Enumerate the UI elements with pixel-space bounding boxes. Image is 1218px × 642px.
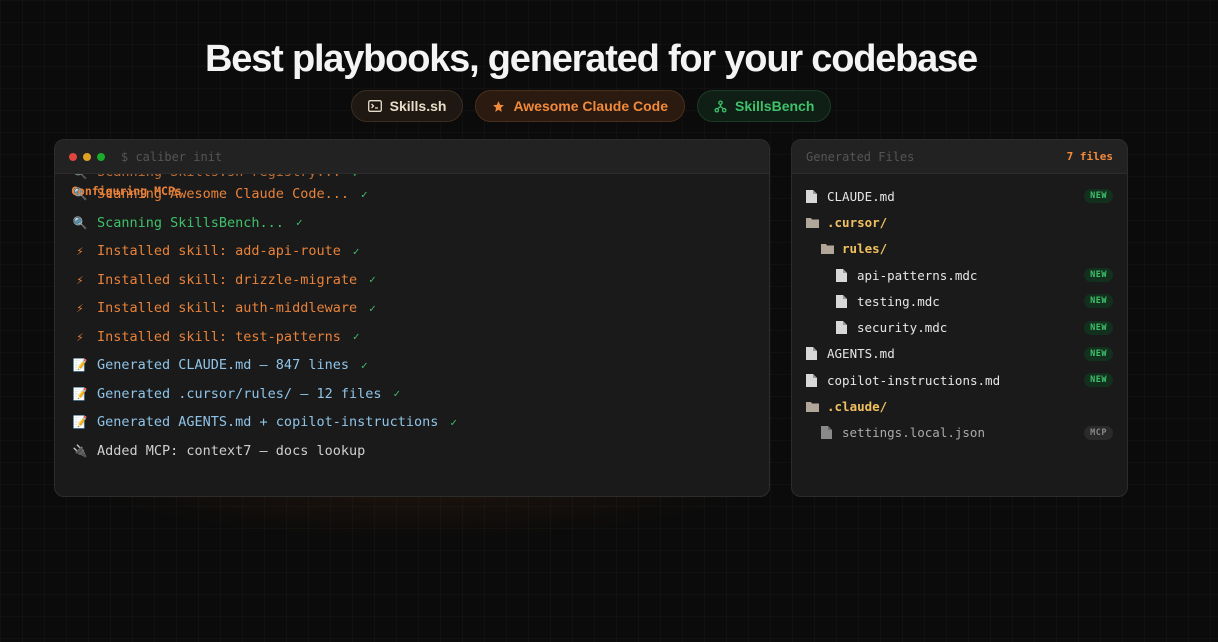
file-name: CLAUDE.md (827, 188, 895, 204)
check-icon: ✓ (369, 301, 376, 315)
new-badge: NEW (1084, 320, 1113, 335)
file-name: settings.local.json (842, 425, 985, 441)
memo-icon: 📝 (72, 358, 88, 373)
file-icon (836, 268, 850, 282)
terminal-line: ⚡ Installed skill: auth-middleware ✓ (71, 294, 769, 323)
lightning-icon: ⚡ (76, 244, 84, 259)
folder-icon (821, 243, 835, 255)
terminal-line-text: Generated CLAUDE.md — 847 lines (97, 357, 349, 374)
file-name: api-patterns.mdc (857, 267, 978, 283)
terminal-line: ⚡ Installed skill: test-patterns ✓ (71, 323, 769, 352)
terminal-line-text: Added MCP: context7 — docs lookup (97, 442, 366, 459)
new-badge: NEW (1084, 373, 1113, 388)
folder-name: rules/ (842, 241, 888, 257)
file-tree: CLAUDE.md NEW .cursor/ rules/ api-patter… (792, 174, 1127, 446)
file-icon (836, 321, 850, 335)
terminal-line-text: Installed skill: test-patterns (97, 328, 341, 345)
check-icon: ✓ (352, 330, 360, 344)
check-icon: ✓ (360, 358, 368, 372)
file-name: AGENTS.md (827, 346, 895, 362)
awesome-claude-code-pill[interactable]: Awesome Claude Code (475, 90, 685, 122)
terminal-line: 📝 Generated AGENTS.md + copilot-instruct… (71, 408, 769, 437)
terminal-line-text: Scanning SkillsBench... (97, 214, 284, 231)
file-testing[interactable]: testing.mdc NEW (792, 288, 1127, 314)
terminal-window: $ caliber init 🔍 Scanning Skills.sh regi… (54, 139, 770, 497)
files-panel-header: Generated Files 7 files (792, 140, 1127, 174)
terminal-line: 🔍 Scanning SkillsBench... ✓ (71, 209, 769, 238)
terminal-line: 📝 Generated CLAUDE.md — 847 lines ✓ (71, 351, 769, 380)
file-icon (806, 373, 820, 387)
new-badge: NEW (1084, 294, 1113, 309)
file-name: security.mdc (857, 320, 948, 336)
folder-icon (806, 217, 820, 228)
terminal-line-text: Installed skill: auth-middleware (97, 300, 358, 317)
skillsbench-pill[interactable]: SkillsBench (697, 90, 832, 122)
terminal-line-text: Generated .cursor/rules/ — 12 files (97, 385, 382, 402)
terminal-line: 📝 Generated .cursor/rules/ — 12 files ✓ (71, 380, 769, 409)
skillsbench-label: SkillsBench (735, 98, 815, 114)
maximize-window-dot[interactable] (97, 152, 105, 161)
terminal-line-text: Installed skill: add-api-route (97, 243, 341, 260)
lightning-icon: ⚡ (76, 329, 84, 344)
check-icon: ✓ (369, 273, 376, 287)
folder-rules[interactable]: rules/ (792, 236, 1127, 262)
file-name: testing.mdc (857, 293, 940, 309)
configuring-mcps-label: Configuring MCPs (71, 184, 182, 198)
fork-icon (714, 99, 727, 113)
files-count: 7 files (1066, 150, 1113, 163)
files-panel-title: Generated Files (806, 149, 915, 164)
check-icon: ✓ (360, 187, 368, 201)
terminal-titlebar: $ caliber init (55, 140, 769, 174)
skills-sh-label: Skills.sh (389, 98, 447, 114)
terminal-line: ⚡ Installed skill: add-api-route ✓ (71, 237, 769, 266)
folder-icon (806, 401, 820, 413)
minimize-window-dot[interactable] (83, 152, 91, 161)
terminal-line: 🔌 Added MCP: context7 — docs lookup (71, 437, 769, 466)
page-headline: Best playbooks, generated for your codeb… (205, 38, 978, 80)
file-icon (836, 294, 850, 308)
star-icon (493, 100, 505, 112)
folder-claude[interactable]: .claude/ (792, 393, 1127, 419)
folder-cursor[interactable]: .cursor/ (792, 209, 1127, 235)
folder-name: .cursor/ (827, 214, 888, 230)
check-icon: ✓ (352, 244, 360, 258)
file-settings-local[interactable]: settings.local.json MCP (792, 420, 1127, 446)
file-name: copilot-instructions.md (827, 372, 1001, 388)
skills-sh-pill[interactable]: Skills.sh (350, 90, 464, 122)
terminal-line-text: Installed skill: drizzle-migrate (97, 271, 358, 288)
file-icon (806, 347, 820, 361)
terminal-icon (367, 100, 382, 112)
lightning-icon: ⚡ (76, 272, 84, 287)
file-icon (806, 189, 820, 203)
file-icon (821, 426, 835, 440)
search-icon: 🔍 (72, 215, 88, 230)
awesome-claude-code-label: Awesome Claude Code (513, 98, 668, 114)
close-window-dot[interactable] (69, 152, 77, 161)
source-pills: Skills.sh Awesome Claude Code SkillsBenc… (0, 90, 1182, 122)
terminal-line: ⚡ Installed skill: drizzle-migrate ✓ (71, 266, 769, 295)
file-claude-md[interactable]: CLAUDE.md NEW (792, 183, 1127, 209)
new-badge: NEW (1084, 189, 1113, 204)
terminal-command: $ caliber init (121, 149, 223, 164)
memo-icon: 📝 (72, 415, 88, 430)
plug-icon: 🔌 (72, 443, 88, 458)
terminal-output: 🔍 Scanning Skills.sh registry... ✓ Confi… (55, 170, 769, 465)
lightning-icon: ⚡ (76, 301, 84, 316)
file-agents-md[interactable]: AGENTS.md NEW (792, 341, 1127, 367)
file-copilot-instructions[interactable]: copilot-instructions.md NEW (792, 367, 1127, 393)
file-api-patterns[interactable]: api-patterns.mdc NEW (792, 262, 1127, 288)
check-icon: ✓ (295, 216, 303, 230)
new-badge: NEW (1084, 268, 1113, 283)
terminal-line-text: Generated AGENTS.md + copilot-instructio… (97, 414, 439, 431)
generated-files-panel: Generated Files 7 files CLAUDE.md NEW .c… (791, 139, 1128, 497)
new-badge: NEW (1084, 346, 1113, 361)
check-icon: ✓ (393, 387, 401, 401)
file-security[interactable]: security.mdc NEW (792, 314, 1127, 340)
mcp-badge: MCP (1084, 425, 1113, 440)
folder-name: .claude/ (827, 399, 888, 415)
memo-icon: 📝 (72, 386, 88, 401)
check-icon: ✓ (450, 415, 457, 429)
